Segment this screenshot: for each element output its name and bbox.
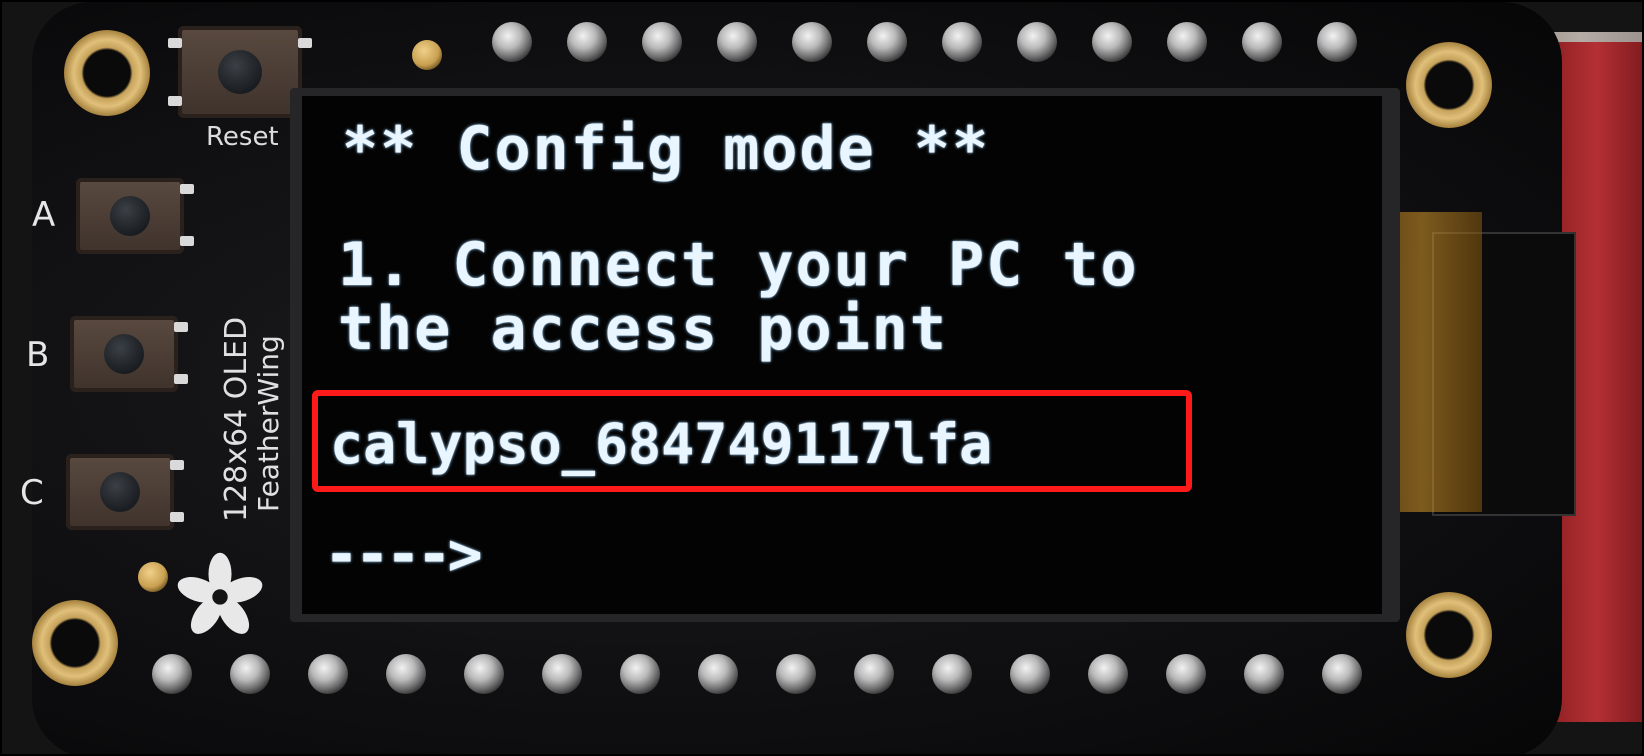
button-a-cap (110, 196, 150, 236)
header-pin (1166, 654, 1206, 694)
header-pin (642, 22, 682, 62)
button-b[interactable] (70, 316, 188, 392)
reset-button[interactable] (168, 26, 312, 118)
ssid-highlight-box (312, 390, 1192, 492)
header-pin (932, 654, 972, 694)
button-a[interactable] (76, 178, 194, 254)
header-pin (792, 22, 832, 62)
button-pin (298, 38, 312, 48)
via-dot (138, 562, 168, 592)
header-pin (776, 654, 816, 694)
via-dot (412, 40, 442, 70)
header-pin (1017, 22, 1057, 62)
button-pin (170, 460, 184, 470)
header-pin (567, 22, 607, 62)
mount-hole-top-right (1406, 42, 1492, 128)
button-pin (168, 96, 182, 106)
button-c-label: C (20, 473, 44, 513)
mount-hole-bottom-left (32, 600, 118, 686)
header-pin (1088, 654, 1128, 694)
mount-hole-bottom-right (1406, 592, 1492, 678)
photo-frame: Reset A B C 128x64 OLED FeatherWing ** C… (0, 0, 1644, 756)
reset-button-cap (218, 50, 262, 94)
header-pin (464, 654, 504, 694)
header-pin (620, 654, 660, 694)
board-name-label: FeatherWing (252, 335, 285, 512)
header-pin (1317, 22, 1357, 62)
header-pin (1167, 22, 1207, 62)
header-pin (230, 654, 270, 694)
header-pin (542, 654, 582, 694)
button-pin (170, 512, 184, 522)
button-b-label: B (26, 335, 50, 375)
button-pin (174, 322, 188, 332)
header-pin (308, 654, 348, 694)
header-pin (386, 654, 426, 694)
header-pin (942, 22, 982, 62)
header-pin (1092, 22, 1132, 62)
header-pin (1010, 654, 1050, 694)
header-pin (854, 654, 894, 694)
oled-arrow: ----> (324, 520, 483, 588)
oled-title: ** Config mode ** (342, 114, 991, 184)
board-model-label: 128x64 OLED (219, 316, 254, 522)
button-c-cap (100, 472, 140, 512)
adafruit-flower-icon (177, 552, 263, 634)
header-pin (867, 22, 907, 62)
oled-instruction-line2: the access point (338, 294, 948, 364)
button-pin (180, 236, 194, 246)
button-pin (168, 38, 182, 48)
header-pin (717, 22, 757, 62)
header-pin (1242, 22, 1282, 62)
header-pin (1322, 654, 1362, 694)
button-pin (174, 374, 188, 384)
header-pin (1244, 654, 1284, 694)
header-pin (152, 654, 192, 694)
reset-label: Reset (206, 122, 279, 152)
header-pin (492, 22, 532, 62)
button-c[interactable] (66, 454, 184, 530)
oled-instruction-line1: 1. Connect your PC to (338, 230, 1139, 300)
button-b-cap (104, 334, 144, 374)
button-a-label: A (32, 195, 56, 235)
header-pin (698, 654, 738, 694)
button-pin (180, 184, 194, 194)
mount-hole-top-left (64, 30, 150, 116)
